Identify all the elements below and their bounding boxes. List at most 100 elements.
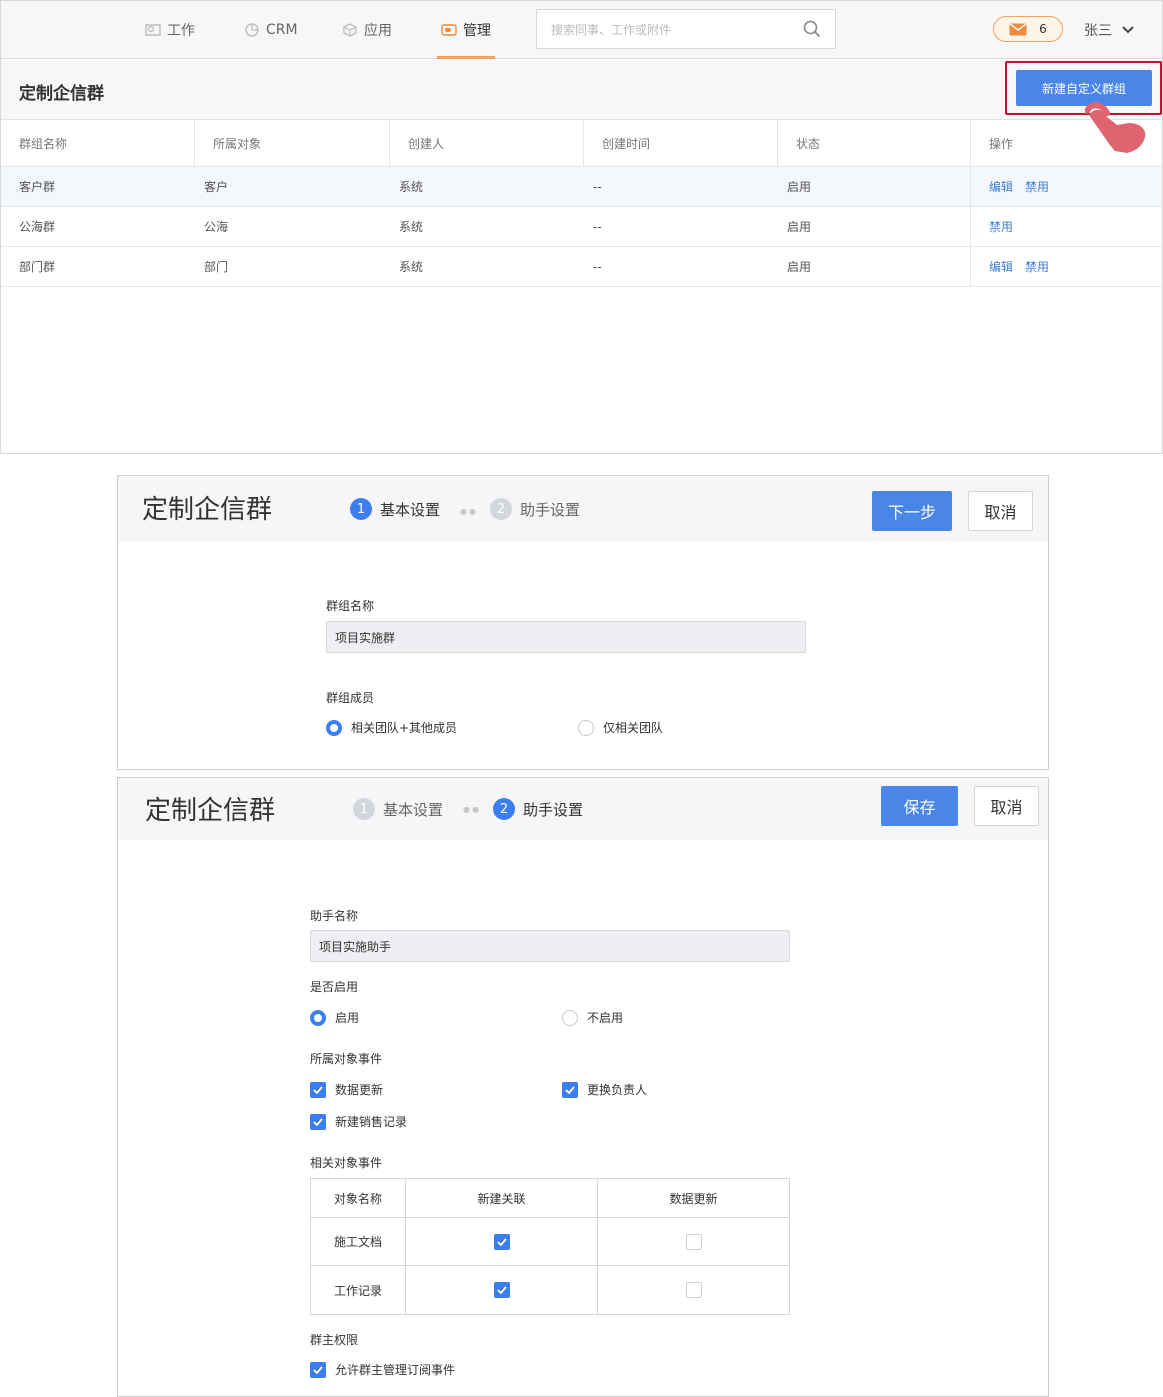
step-label: 基本设置: [383, 800, 444, 819]
message-badge[interactable]: 6: [993, 16, 1063, 42]
cell-name: 部门群: [19, 260, 56, 274]
assistant-name-label: 助手名称: [310, 909, 359, 923]
table-row: 公海群 公海 系统 -- 启用 禁用: [1, 207, 1162, 247]
cell-object-name: 工作记录: [311, 1266, 406, 1314]
checkbox-unchecked[interactable]: [685, 1282, 702, 1298]
checkbox-checked[interactable]: [493, 1233, 510, 1250]
cell-actions: 禁用: [971, 207, 1162, 246]
search-input[interactable]: 搜索同事、工作或附件: [536, 9, 836, 49]
step2-title: 定制企信群: [145, 796, 276, 826]
step2-assistant-settings: 定制企信群 1 基本设置 ●● 2 助手设置 保存 取消 助手名称 项目实施助手…: [117, 777, 1049, 1397]
cell-object: 公海: [204, 220, 229, 234]
edit-link[interactable]: 编辑: [989, 258, 1013, 275]
cell-new-link: [406, 1266, 598, 1314]
owner-permission-label: 群主权限: [310, 1333, 359, 1347]
checkbox-checked[interactable]: [310, 1361, 326, 1378]
cell-status: 启用: [769, 247, 971, 286]
column-header: 新建关联: [406, 1179, 598, 1217]
checkbox-owner-manage-events[interactable]: 允许群主管理订阅事件: [310, 1361, 455, 1378]
step-number: 2: [493, 798, 515, 820]
group-name-field[interactable]: 项目实施群: [326, 621, 806, 653]
disable-link[interactable]: 禁用: [1025, 178, 1049, 195]
checkbox-new-sales-record[interactable]: 新建销售记录: [310, 1113, 407, 1130]
step-indicator-basic: 1 基本设置: [353, 778, 443, 840]
column-header: 对象名称: [311, 1179, 406, 1217]
nav-crm[interactable]: CRM: [244, 1, 298, 59]
section-header: 定制企信群 新建自定义群组: [1, 60, 1162, 120]
nav-work-label: 工作: [167, 23, 195, 39]
step1-header: 定制企信群 1 基本设置 ●● 2 助手设置 下一步 取消: [118, 476, 1048, 542]
group-list-screen: 工作 CRM 应用 管理 搜索同事、工作或附件 6 张三 定制企信群 新建自定义…: [0, 0, 1163, 454]
nav-manage[interactable]: 管理: [437, 1, 495, 59]
nav-manage-label: 管理: [463, 23, 491, 39]
disable-link[interactable]: 禁用: [989, 218, 1013, 235]
checkbox-data-update[interactable]: 数据更新: [310, 1081, 383, 1098]
checkbox-unchecked[interactable]: [685, 1233, 702, 1250]
search-icon[interactable]: [803, 20, 821, 38]
checkbox-label: 更换负责人: [587, 1083, 648, 1097]
cell-actions: 编辑 禁用: [971, 247, 1162, 286]
related-events-table: 对象名称 新建关联 数据更新 施工文档 工作记录: [310, 1178, 790, 1315]
nav-crm-label: CRM: [266, 22, 298, 38]
save-button[interactable]: 保存: [881, 786, 958, 826]
cell-creator: 系统: [399, 220, 424, 234]
column-header: 群组名称: [1, 120, 195, 166]
user-menu[interactable]: 张三: [1084, 20, 1134, 40]
cancel-button[interactable]: 取消: [974, 786, 1039, 826]
search-placeholder: 搜索同事、工作或附件: [551, 22, 672, 37]
edit-link[interactable]: 编辑: [989, 178, 1013, 195]
radio-label: 启用: [335, 1011, 360, 1025]
checkbox-label: 新建销售记录: [335, 1115, 408, 1129]
column-header: 操作: [989, 136, 1014, 151]
cell-creator: 系统: [399, 180, 424, 194]
radio-team-and-others[interactable]: 相关团队+其他成员: [326, 719, 457, 736]
step1-basic-settings: 定制企信群 1 基本设置 ●● 2 助手设置 下一步 取消 群组名称 项目实施群…: [117, 475, 1049, 770]
step-label: 助手设置: [520, 500, 581, 519]
object-events-label: 所属对象事件: [310, 1052, 383, 1066]
radio-label: 相关团队+其他成员: [351, 721, 458, 735]
cancel-button[interactable]: 取消: [968, 491, 1033, 531]
cell-object: 客户: [204, 180, 229, 194]
table-row: 部门群 部门 系统 -- 启用 编辑 禁用: [1, 247, 1162, 287]
group-name-label: 群组名称: [326, 599, 375, 613]
radio-dot[interactable]: [578, 719, 594, 736]
step-separator: ●●: [460, 507, 478, 516]
radio-team-only[interactable]: 仅相关团队: [578, 719, 663, 736]
column-header: 状态: [778, 120, 971, 166]
checkbox-checked[interactable]: [493, 1282, 510, 1298]
checkbox-checked[interactable]: [310, 1113, 326, 1130]
nav-apps[interactable]: 应用: [342, 1, 392, 59]
radio-label: 仅相关团队: [603, 721, 664, 735]
cell-name: 公海群: [19, 220, 56, 234]
radio-dot[interactable]: [326, 719, 342, 736]
checkbox-checked[interactable]: [562, 1081, 578, 1098]
radio-disable[interactable]: 不启用: [562, 1009, 623, 1026]
cell-creator: 系统: [399, 260, 424, 274]
checkbox-checked[interactable]: [310, 1081, 326, 1098]
assistant-name-field[interactable]: 项目实施助手: [310, 930, 790, 962]
checkbox-change-owner[interactable]: 更换负责人: [562, 1081, 647, 1098]
next-step-button[interactable]: 下一步: [872, 491, 952, 531]
radio-label: 不启用: [587, 1011, 624, 1025]
step-indicator-basic: 1 基本设置: [350, 476, 440, 542]
column-header: 所属对象: [195, 120, 390, 166]
disable-link[interactable]: 禁用: [1025, 258, 1049, 275]
cell-time: --: [593, 259, 602, 274]
table-header-row: 对象名称 新建关联 数据更新: [311, 1179, 789, 1218]
checkbox-label: 允许群主管理订阅事件: [335, 1363, 456, 1377]
chart-icon: [145, 24, 161, 36]
top-nav: 工作 CRM 应用 管理 搜索同事、工作或附件 6 张三: [1, 1, 1162, 59]
radio-dot[interactable]: [562, 1009, 578, 1026]
cell-status: 启用: [769, 167, 971, 206]
group-members-label: 群组成员: [326, 691, 375, 705]
page-title: 定制企信群: [19, 84, 104, 104]
column-header: 创建时间: [584, 120, 778, 166]
message-count: 6: [1039, 22, 1047, 36]
pie-icon: [245, 23, 259, 37]
radio-enable[interactable]: 启用: [310, 1009, 359, 1026]
radio-dot[interactable]: [310, 1009, 326, 1026]
nav-work[interactable]: 工作: [145, 1, 195, 59]
cube-icon: [343, 23, 357, 37]
cell-name: 客户群: [19, 180, 56, 194]
column-header: 数据更新: [669, 1191, 718, 1206]
